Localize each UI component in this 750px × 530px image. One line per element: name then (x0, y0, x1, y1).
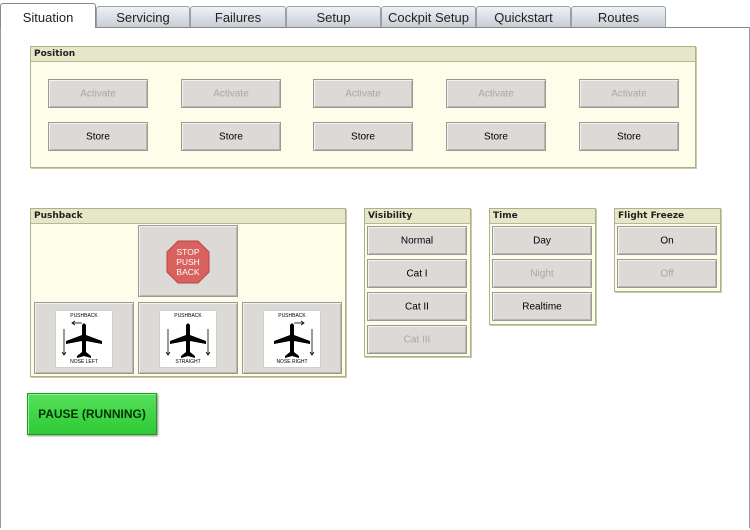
position-activate-button-3[interactable]: Activate (313, 79, 413, 108)
pushback-panel-title: Pushback (31, 209, 345, 224)
stop-sign-line-3: BACK (176, 267, 199, 277)
flight-freeze-on-button[interactable]: On (617, 226, 717, 255)
position-store-button-1[interactable]: Store (48, 122, 148, 151)
tab-quickstart[interactable]: Quickstart (476, 6, 571, 27)
visibility-normal-button[interactable]: Normal (367, 226, 467, 255)
tab-routes[interactable]: Routes (571, 6, 666, 27)
pushback-nose-right-button[interactable]: PUSHBACK NOSE RIGHT (242, 302, 342, 374)
position-activate-button-5[interactable]: Activate (579, 79, 679, 108)
time-realtime-button[interactable]: Realtime (492, 292, 592, 321)
visibility-cat3-button[interactable]: Cat III (367, 325, 467, 354)
position-activate-button-1[interactable]: Activate (48, 79, 148, 108)
tab-bar: Servicing Failures Setup Cockpit Setup Q… (0, 0, 750, 28)
stop-pushback-button[interactable]: STOP PUSH BACK (138, 225, 238, 297)
position-activate-button-2[interactable]: Activate (181, 79, 281, 108)
position-panel-title: Position (31, 47, 695, 62)
pushback-straight-icon: PUSHBACK STRAIGHT (159, 310, 217, 368)
position-store-button-4[interactable]: Store (446, 122, 546, 151)
visibility-panel-title: Visibility (365, 209, 470, 224)
tab-servicing[interactable]: Servicing (96, 6, 190, 27)
pause-button[interactable]: PAUSE (RUNNING) (27, 393, 157, 435)
stop-sign-line-2: PUSH (176, 257, 200, 267)
time-day-button[interactable]: Day (492, 226, 592, 255)
flight-freeze-panel-title: Flight Freeze (615, 209, 720, 224)
flight-freeze-off-button[interactable]: Off (617, 259, 717, 288)
time-panel-title: Time (490, 209, 595, 224)
visibility-cat2-button[interactable]: Cat II (367, 292, 467, 321)
pushback-straight-button[interactable]: PUSHBACK STRAIGHT (138, 302, 238, 374)
position-store-button-5[interactable]: Store (579, 122, 679, 151)
stop-sign-line-1: STOP (177, 247, 200, 257)
position-activate-button-4[interactable]: Activate (446, 79, 546, 108)
stop-sign-icon: STOP PUSH BACK (166, 240, 210, 284)
tab-cockpit-setup[interactable]: Cockpit Setup (381, 6, 476, 27)
time-night-button[interactable]: Night (492, 259, 592, 288)
tab-situation[interactable]: Situation (0, 3, 96, 28)
position-store-button-3[interactable]: Store (313, 122, 413, 151)
pushback-nose-right-icon: PUSHBACK NOSE RIGHT (263, 310, 321, 368)
visibility-cat1-button[interactable]: Cat I (367, 259, 467, 288)
position-store-button-2[interactable]: Store (181, 122, 281, 151)
tab-setup[interactable]: Setup (286, 6, 381, 27)
pushback-nose-left-button[interactable]: PUSHBACK NOSE LEFT (34, 302, 134, 374)
pushback-nose-left-icon: PUSHBACK NOSE LEFT (55, 310, 113, 368)
tab-failures[interactable]: Failures (190, 6, 286, 27)
